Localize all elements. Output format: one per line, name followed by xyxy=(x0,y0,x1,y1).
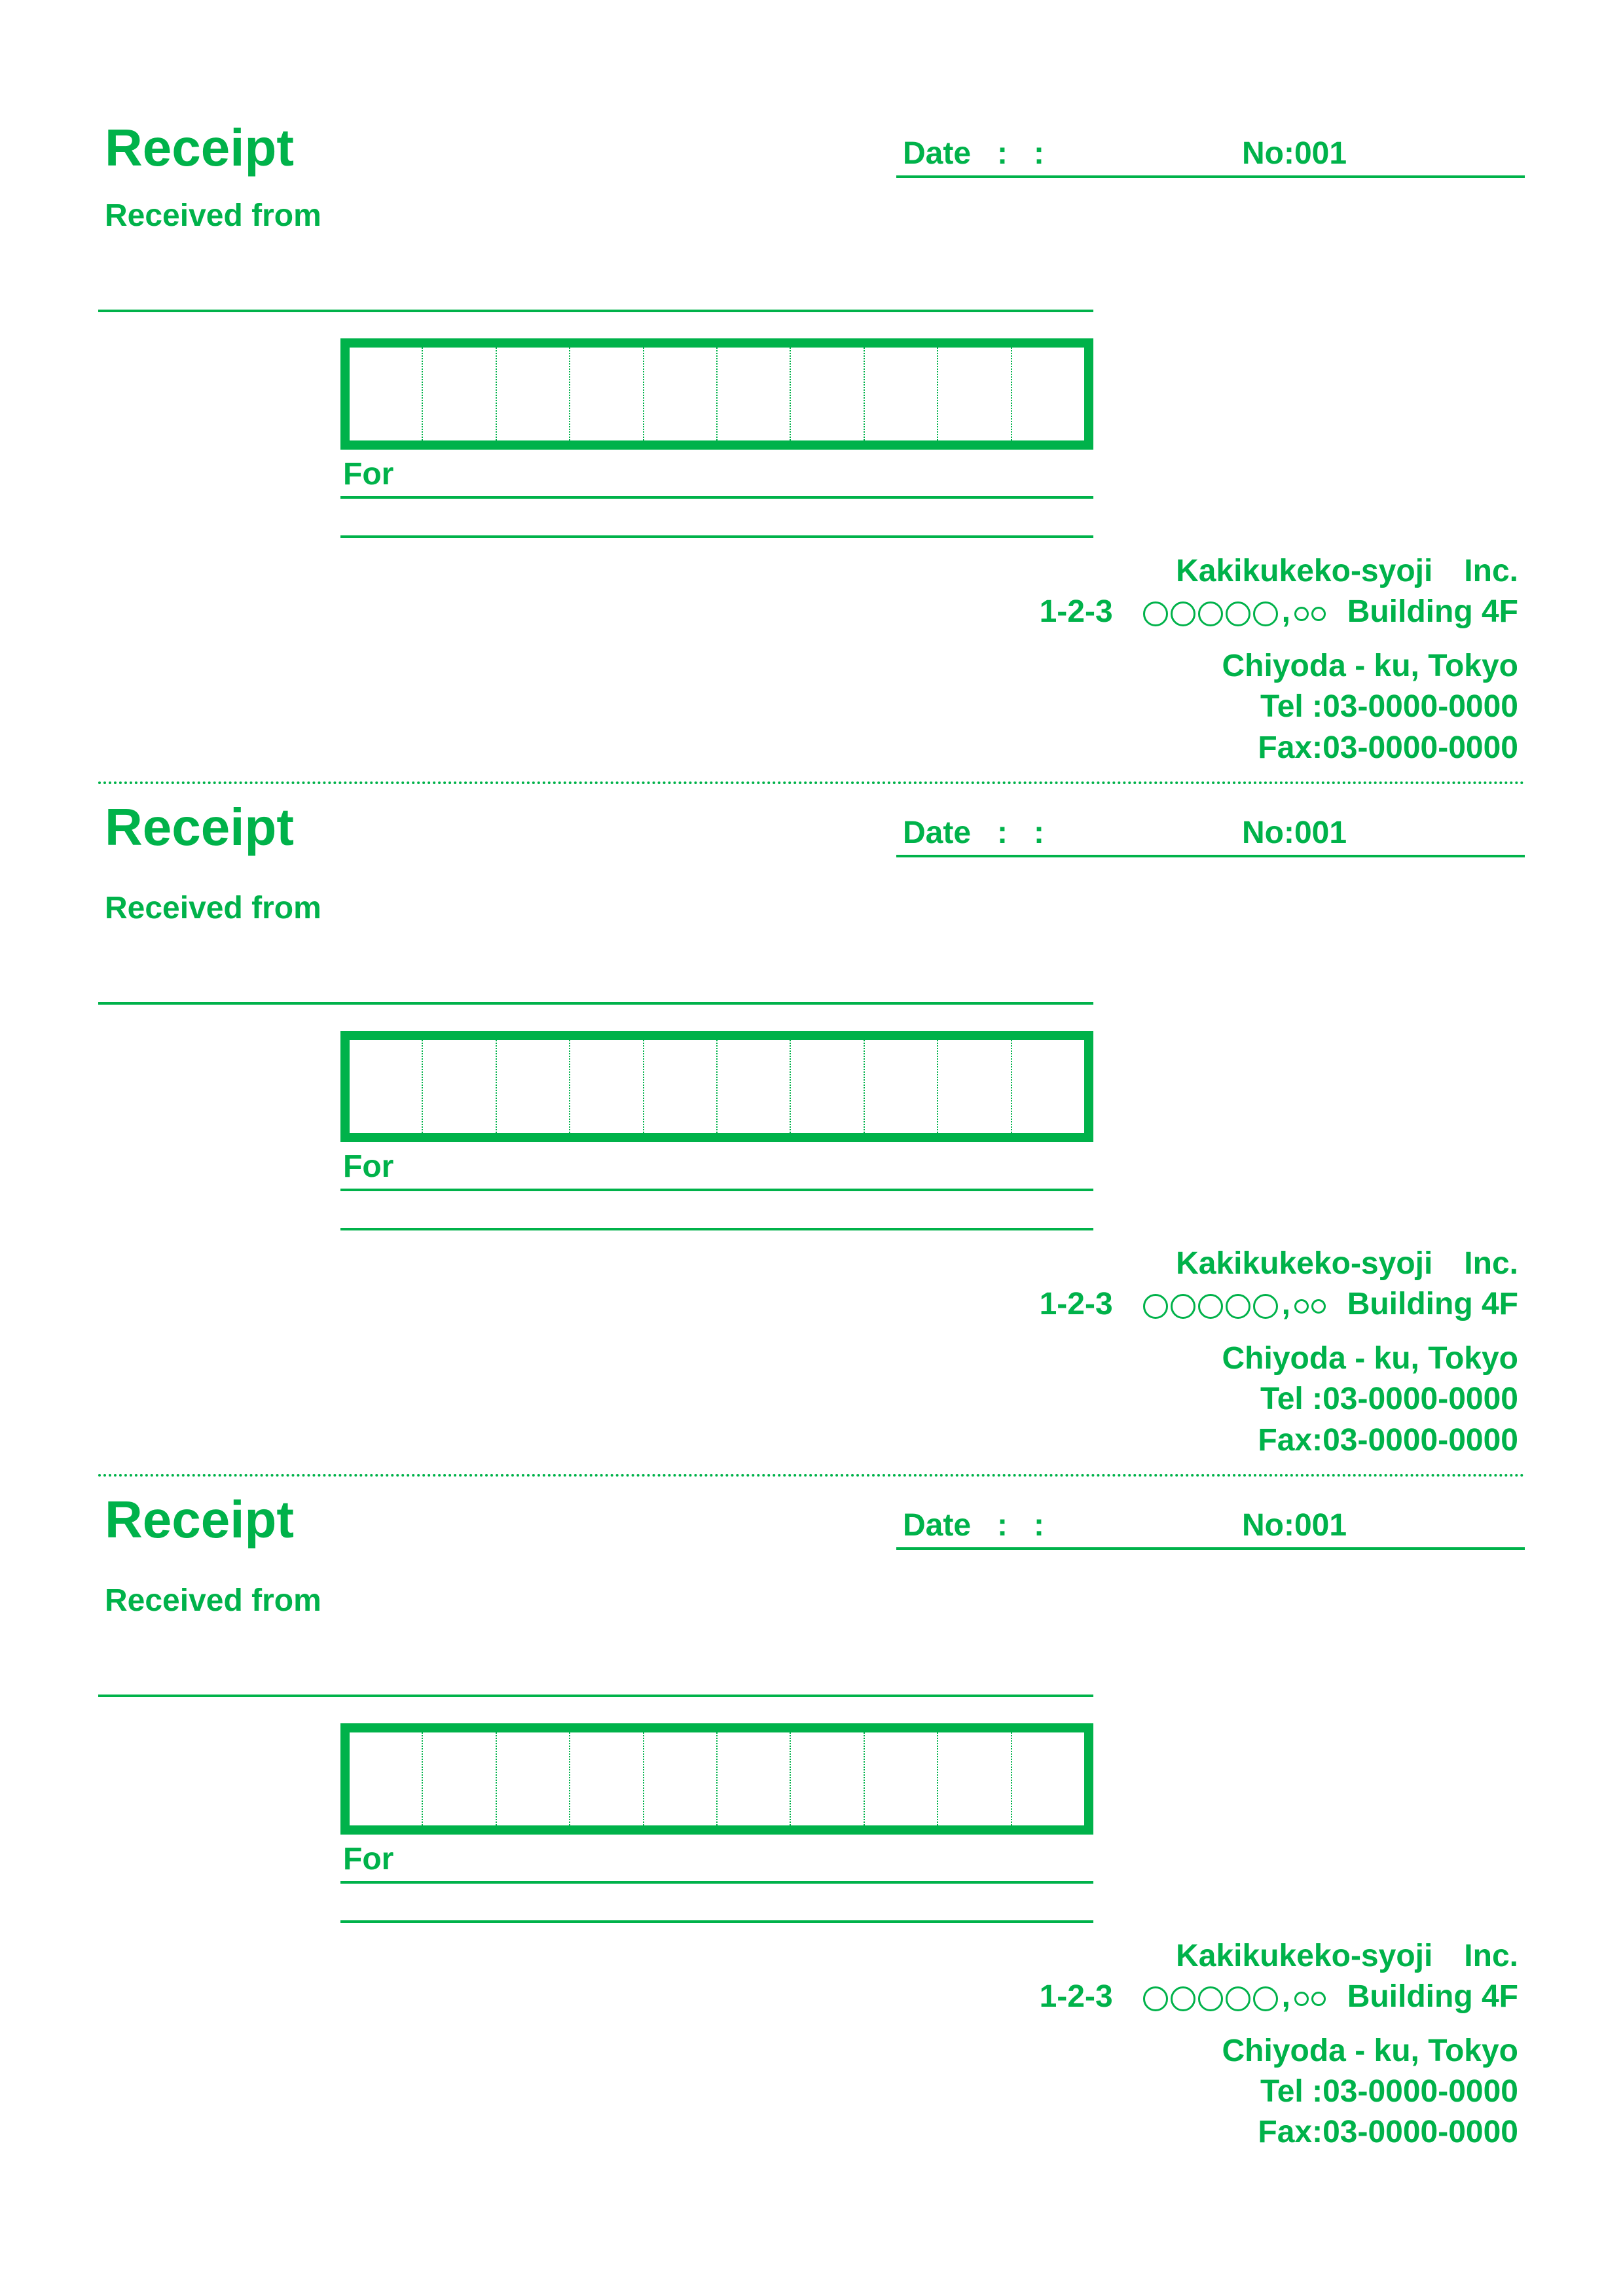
date-label: Date xyxy=(903,1507,971,1543)
date-colon: : xyxy=(1034,815,1044,851)
amount-digit-cell xyxy=(938,1040,1012,1133)
amount-digit-cell xyxy=(570,348,644,440)
issuer-tel: Tel :03-0000-0000 xyxy=(98,1379,1518,1420)
address-placeholder-small-icon xyxy=(1294,607,1326,621)
date-colon: : xyxy=(997,1507,1008,1543)
receipt-title: Receipt xyxy=(105,1490,294,1550)
for-blank-line xyxy=(340,1191,1093,1230)
amount-digit-cell xyxy=(423,1040,496,1133)
address-placeholder-small-icon xyxy=(1294,1299,1326,1314)
issuer-city: Chiyoda - ku, Tokyo xyxy=(98,2031,1518,2072)
amount-box xyxy=(340,1723,1093,1835)
received-from-label: Received from xyxy=(105,1583,1525,1619)
date-label: Date xyxy=(903,815,971,851)
issuer-block: Kakikukeko-syoji Inc. 1-2-3 , Building 4… xyxy=(98,1244,1525,1461)
for-label: For xyxy=(340,1142,1093,1191)
issuer-fax: Fax:03-0000-0000 xyxy=(98,2112,1518,2153)
date-no-line: Date : : No:001 xyxy=(896,815,1525,857)
receipt-slip: Receipt Date : : No:001 Received from Fo… xyxy=(98,1477,1525,2166)
receipt-title: Receipt xyxy=(105,118,294,178)
issuer-name: Kakikukeko-syoji Inc. xyxy=(98,1936,1518,1977)
amount-digit-cell xyxy=(938,1732,1012,1825)
for-blank-line xyxy=(340,499,1093,538)
amount-digit-cell xyxy=(718,348,791,440)
issuer-fax: Fax:03-0000-0000 xyxy=(98,1420,1518,1461)
amount-digit-cell xyxy=(350,348,423,440)
amount-digit-cell xyxy=(423,348,496,440)
amount-digit-cell xyxy=(718,1732,791,1825)
for-label: For xyxy=(340,450,1093,499)
issuer-city: Chiyoda - ku, Tokyo xyxy=(98,1338,1518,1379)
address-placeholder-small-icon xyxy=(1294,1992,1326,2006)
receipt-header: Receipt Date : : No:001 xyxy=(98,797,1525,857)
amount-digit-cell xyxy=(938,348,1012,440)
amount-digit-cell xyxy=(1012,1040,1084,1133)
amount-digit-cell xyxy=(497,1040,570,1133)
amount-box xyxy=(340,338,1093,450)
issuer-fax: Fax:03-0000-0000 xyxy=(98,728,1518,768)
amount-digit-cell xyxy=(350,1040,423,1133)
receipt-title: Receipt xyxy=(105,797,294,857)
amount-digit-cell xyxy=(791,1040,864,1133)
issuer-address: 1-2-3 , Building 4F xyxy=(98,592,1518,632)
amount-digit-cell xyxy=(1012,1732,1084,1825)
issuer-block: Kakikukeko-syoji Inc. 1-2-3 , Building 4… xyxy=(98,1936,1525,2153)
received-from-label: Received from xyxy=(105,890,1525,926)
date-no-line: Date : : No:001 xyxy=(896,1507,1525,1550)
issuer-name: Kakikukeko-syoji Inc. xyxy=(98,551,1518,592)
received-from-line xyxy=(98,1619,1093,1697)
date-colon: : xyxy=(1034,1507,1044,1543)
amount-digit-cell xyxy=(865,1040,938,1133)
address-placeholder-icon xyxy=(1143,1986,1278,2011)
amount-digit-cell xyxy=(644,1040,718,1133)
amount-digit-cell xyxy=(644,348,718,440)
for-label: For xyxy=(340,1835,1093,1884)
issuer-city: Chiyoda - ku, Tokyo xyxy=(98,646,1518,687)
issuer-address: 1-2-3 , Building 4F xyxy=(98,1977,1518,2017)
amount-digit-cell xyxy=(423,1732,496,1825)
issuer-address: 1-2-3 , Building 4F xyxy=(98,1284,1518,1325)
amount-box xyxy=(340,1031,1093,1142)
amount-digit-cell xyxy=(1012,348,1084,440)
date-colon: : xyxy=(997,815,1008,851)
issuer-name: Kakikukeko-syoji Inc. xyxy=(98,1244,1518,1284)
amount-digit-cell xyxy=(865,348,938,440)
receipt-header: Receipt Date : : No:001 xyxy=(98,118,1525,178)
receipt-header: Receipt Date : : No:001 xyxy=(98,1490,1525,1550)
amount-digit-cell xyxy=(718,1040,791,1133)
amount-digit-cell xyxy=(497,1732,570,1825)
date-colon: : xyxy=(1034,135,1044,171)
no-label: No:001 xyxy=(1242,135,1347,171)
issuer-block: Kakikukeko-syoji Inc. 1-2-3 , Building 4… xyxy=(98,551,1525,768)
receipt-slip: Receipt Date : : No:001 Received from Fo… xyxy=(98,118,1525,784)
amount-digit-cell xyxy=(791,348,864,440)
amount-digit-cell xyxy=(350,1732,423,1825)
amount-digit-cell xyxy=(865,1732,938,1825)
no-label: No:001 xyxy=(1242,1507,1347,1543)
date-label: Date xyxy=(903,135,971,171)
address-placeholder-icon xyxy=(1143,1294,1278,1319)
receipt-slip: Receipt Date : : No:001 Received from Fo… xyxy=(98,784,1525,1477)
date-no-line: Date : : No:001 xyxy=(896,135,1525,178)
received-from-label: Received from xyxy=(105,198,1525,234)
date-colon: : xyxy=(997,135,1008,171)
amount-digit-cell xyxy=(570,1732,644,1825)
no-label: No:001 xyxy=(1242,815,1347,851)
received-from-line xyxy=(98,926,1093,1005)
address-placeholder-icon xyxy=(1143,601,1278,626)
for-blank-line xyxy=(340,1884,1093,1923)
amount-digit-cell xyxy=(644,1732,718,1825)
issuer-tel: Tel :03-0000-0000 xyxy=(98,687,1518,727)
amount-digit-cell xyxy=(497,348,570,440)
issuer-tel: Tel :03-0000-0000 xyxy=(98,2072,1518,2112)
amount-digit-cell xyxy=(791,1732,864,1825)
received-from-line xyxy=(98,234,1093,312)
amount-digit-cell xyxy=(570,1040,644,1133)
